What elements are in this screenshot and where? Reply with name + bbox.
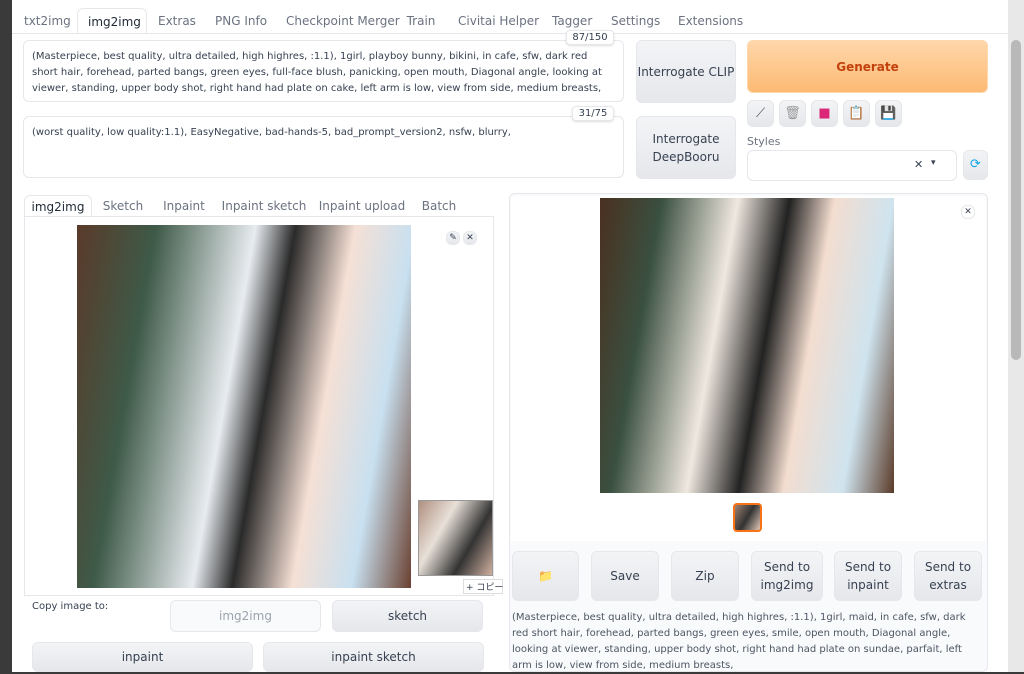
clipboard-icon[interactable]: 📋 (843, 100, 870, 127)
send-to-extras-button[interactable]: Send to extras (914, 551, 982, 601)
pencil-icon[interactable]: ⟋ (747, 100, 774, 127)
thumbnail-preview[interactable] (418, 500, 493, 576)
subtab-inpaint[interactable]: Inpaint (155, 195, 213, 217)
close-icon[interactable]: ✕ (463, 231, 477, 245)
copy-image-to-label: Copy image to: (32, 601, 109, 612)
tab-txt2img[interactable]: txt2img (14, 8, 76, 34)
scrollbar-thumb[interactable] (1011, 40, 1021, 360)
send-to-img2img-button[interactable]: Send to img2img (751, 551, 823, 601)
chevron-down-icon[interactable]: ▾ (931, 158, 941, 168)
styles-dropdown[interactable]: ✕ ▾ (747, 150, 957, 181)
subtab-inpaint-upload[interactable]: Inpaint upload (314, 195, 410, 217)
save-button[interactable]: Save (591, 551, 659, 601)
negative-token-counter: 31/75 (572, 106, 614, 121)
send-to-inpaint-button[interactable]: Send to inpaint (834, 551, 902, 601)
interrogate-clip-button[interactable]: Interrogate CLIP (636, 40, 736, 103)
refresh-styles-button[interactable]: ⟳ (963, 150, 988, 180)
tab-img2img[interactable]: img2img (77, 8, 147, 34)
prompt-token-counter: 87/150 (566, 30, 614, 45)
tab-train[interactable]: Train (396, 8, 446, 34)
subtab-sketch[interactable]: Sketch (95, 195, 151, 217)
tab-checkpoint-merger[interactable]: Checkpoint Merger (276, 8, 400, 34)
screen: txt2img img2img Extras PNG Info Checkpoi… (0, 0, 1024, 672)
close-gallery-icon[interactable]: ✕ (961, 205, 975, 219)
prompt-input[interactable]: (Masterpiece, best quality, ultra detail… (23, 40, 624, 102)
input-image (77, 225, 411, 588)
copy-to-img2img-button[interactable]: img2img (170, 600, 321, 632)
tab-extensions[interactable]: Extensions (668, 8, 750, 34)
open-folder-button[interactable]: 📁 (512, 551, 579, 601)
gallery-thumbnail[interactable] (733, 503, 762, 532)
subtab-img2img[interactable]: img2img (24, 195, 92, 217)
copy-to-inpaint-sketch-button[interactable]: inpaint sketch (263, 642, 484, 672)
generate-button[interactable]: Generate (747, 40, 988, 93)
generation-info: (Masterpiece, best quality, ultra detail… (512, 612, 966, 671)
tab-png-info[interactable]: PNG Info (205, 8, 275, 34)
card-icon[interactable]: ■ (811, 100, 838, 127)
subtab-batch[interactable]: Batch (414, 195, 464, 217)
copy-to-inpaint-button[interactable]: inpaint (32, 642, 253, 672)
interrogate-deepbooru-button[interactable]: Interrogate DeepBooru (636, 116, 736, 179)
styles-label: Styles (747, 135, 781, 148)
tab-divider (12, 33, 1008, 34)
zip-button[interactable]: Zip (671, 551, 739, 601)
edit-icon[interactable]: ✎ (446, 231, 460, 245)
copy-badge[interactable]: + コピー (463, 579, 503, 594)
trash-icon[interactable]: 🗑 (779, 100, 806, 127)
scrollbar[interactable] (1008, 0, 1024, 672)
subtab-inpaint-sketch[interactable]: Inpaint sketch (217, 195, 311, 217)
tab-civitai-helper[interactable]: Civitai Helper (448, 8, 540, 34)
tab-extras[interactable]: Extras (148, 8, 204, 34)
refresh-icon: ⟳ (970, 157, 981, 172)
copy-to-sketch-button[interactable]: sketch (332, 600, 483, 632)
negative-prompt-input[interactable]: (worst quality, low quality:1.1), EasyNe… (23, 116, 624, 178)
clear-icon[interactable]: ✕ (914, 158, 926, 171)
folder-icon: 📁 (538, 569, 553, 583)
output-image[interactable] (600, 198, 894, 493)
save-icon[interactable]: 💾 (875, 100, 902, 127)
